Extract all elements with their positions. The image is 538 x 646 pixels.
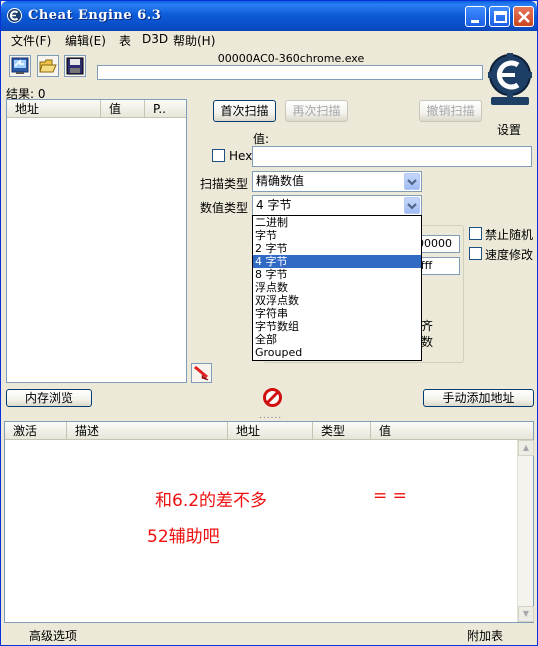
scroll-up-icon[interactable]: ▲ xyxy=(518,440,534,456)
menu-file[interactable]: 文件(F) xyxy=(11,32,51,49)
cheat-engine-logo-icon[interactable] xyxy=(485,53,535,109)
open-file-button[interactable] xyxy=(37,55,59,77)
dropdown-option[interactable]: 字符串 xyxy=(253,307,421,320)
close-button[interactable] xyxy=(513,6,534,27)
menu-bar: 文件(F) 编辑(E) 表 D3D 帮助(H) xyxy=(1,31,537,49)
menu-d3d[interactable]: D3D xyxy=(142,32,168,46)
column-address[interactable]: 地址 xyxy=(228,422,313,440)
speedhack-label: 速度修改 xyxy=(485,248,534,262)
open-process-button[interactable] xyxy=(9,55,31,77)
column-description[interactable]: 描述 xyxy=(67,422,228,440)
dropdown-option[interactable]: 8 字节 xyxy=(253,268,421,281)
speedhack-checkbox[interactable] xyxy=(469,247,482,260)
table-extras-label[interactable]: 附加表 xyxy=(467,627,503,644)
annotation-text-2: 52辅助吧 xyxy=(147,527,220,547)
scan-type-label: 扫描类型 xyxy=(200,177,249,191)
advanced-options-label[interactable]: 高级选项 xyxy=(29,627,77,644)
main-window: Cheat Engine 6.3 文件(F) 编辑(E) 表 D3D 帮助(H) xyxy=(0,0,538,646)
value-type-label: 数值类型 xyxy=(200,201,249,215)
stop-clear-button[interactable] xyxy=(262,387,283,408)
value-type-value: 4 字节 xyxy=(256,198,292,212)
dropdown-option[interactable]: 浮点数 xyxy=(253,281,421,294)
menu-help[interactable]: 帮助(H) xyxy=(173,32,215,49)
save-button[interactable] xyxy=(64,55,86,77)
alignment-label-partial: 齐 xyxy=(421,319,434,333)
column-value[interactable]: 值 xyxy=(371,422,533,440)
process-name: 00000AC0-360chrome.exe xyxy=(217,52,365,65)
chevron-down-icon[interactable] xyxy=(404,173,420,190)
settings-label[interactable]: 设置 xyxy=(497,121,521,138)
minimize-icon xyxy=(471,20,479,23)
dropdown-option[interactable]: 字节 xyxy=(253,229,421,242)
no-random-label: 禁止随机 xyxy=(485,228,534,242)
undo-scan-button[interactable]: 撤销扫描 xyxy=(419,100,482,122)
annotation-equals: = = xyxy=(373,486,407,506)
cheat-table-header: 激活 描述 地址 类型 值 xyxy=(5,422,533,440)
add-address-manually-button[interactable]: 手动添加地址 xyxy=(423,389,534,407)
first-scan-button[interactable]: 首次扫描 xyxy=(213,100,276,122)
no-entry-icon xyxy=(263,388,282,407)
next-scan-button[interactable]: 再次扫描 xyxy=(285,100,348,122)
scan-value-input[interactable] xyxy=(252,146,532,167)
vertical-scrollbar[interactable]: ▲ ▼ xyxy=(517,440,534,622)
cheat-engine-icon xyxy=(7,8,22,23)
close-icon xyxy=(518,11,530,23)
column-address[interactable]: 地址 xyxy=(7,100,101,118)
dropdown-option-selected[interactable]: 4 字节 xyxy=(253,255,421,268)
scan-type-select[interactable]: 精确数值 xyxy=(252,171,422,192)
column-active[interactable]: 激活 xyxy=(5,422,67,440)
hex-checkbox[interactable] xyxy=(212,149,225,162)
dropdown-option[interactable]: 二进制 xyxy=(253,216,421,229)
column-previous[interactable]: P.. xyxy=(145,100,186,118)
scan-progress-bar xyxy=(97,65,483,80)
scan-type-value: 精确数值 xyxy=(256,174,305,188)
dropdown-option[interactable]: 字节数组 xyxy=(253,320,421,333)
value-type-select[interactable]: 4 字节 xyxy=(252,195,422,216)
found-list-header: 地址 值 P.. xyxy=(7,100,186,118)
digits-label-partial: 数 xyxy=(421,335,434,349)
minimize-button[interactable] xyxy=(465,6,486,27)
save-icon xyxy=(66,57,84,75)
found-address-list[interactable]: 地址 值 P.. xyxy=(6,99,187,383)
chevron-down-icon[interactable] xyxy=(404,197,420,214)
no-random-checkbox[interactable] xyxy=(469,227,482,240)
dropdown-option[interactable]: Grouped xyxy=(253,346,421,359)
maximize-icon xyxy=(494,11,507,23)
open-process-icon xyxy=(11,57,29,74)
arrow-down-right-icon xyxy=(194,365,209,381)
column-value[interactable]: 值 xyxy=(101,100,145,118)
value-label: 值: xyxy=(253,132,270,146)
scroll-down-icon[interactable]: ▼ xyxy=(518,606,534,622)
status-bar: 高级选项 附加表 xyxy=(1,625,537,645)
maximize-button[interactable] xyxy=(489,6,510,27)
menu-table[interactable]: 表 xyxy=(119,32,131,49)
menu-edit[interactable]: 编辑(E) xyxy=(65,32,106,49)
hex-label: Hex xyxy=(229,149,253,163)
cheat-table[interactable]: 激活 描述 地址 类型 值 和6.2的差不多 = = 52辅助吧 ▲ ▼ xyxy=(4,421,534,623)
annotation-text-1: 和6.2的差不多 xyxy=(155,491,268,511)
dropdown-option[interactable]: 双浮点数 xyxy=(253,294,421,307)
value-type-dropdown[interactable]: 二进制 字节 2 字节 4 字节 8 字节 浮点数 双浮点数 字符串 字节数组 … xyxy=(252,215,422,361)
memory-view-button[interactable]: 内存浏览 xyxy=(6,389,92,407)
dropdown-option[interactable]: 2 字节 xyxy=(253,242,421,255)
column-type[interactable]: 类型 xyxy=(313,422,371,440)
window-title: Cheat Engine 6.3 xyxy=(28,8,162,23)
open-file-icon xyxy=(39,59,57,73)
splitter-handle[interactable]: ...... xyxy=(259,411,282,421)
title-bar[interactable]: Cheat Engine 6.3 xyxy=(1,1,537,31)
dropdown-option[interactable]: 全部 xyxy=(253,333,421,346)
add-selected-button[interactable] xyxy=(191,363,212,383)
